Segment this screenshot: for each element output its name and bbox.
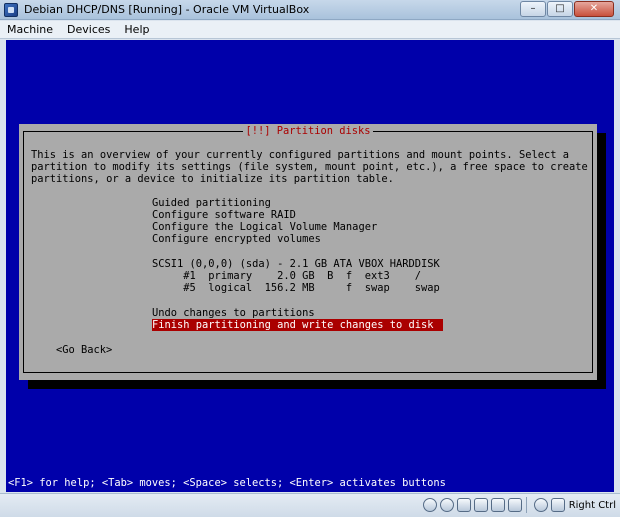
window-titlebar: Debian DHCP/DNS [Running] - Oracle VM Vi…: [0, 0, 620, 20]
finish-partitioning-option[interactable]: Finish partitioning and write changes to…: [152, 319, 443, 331]
statusbar: Right Ctrl: [0, 493, 620, 517]
option-configure-encrypted[interactable]: Configure encrypted volumes: [152, 233, 321, 245]
installer-help-line: <F1> for help; <Tab> moves; <Space> sele…: [8, 477, 446, 489]
option-configure-lvm[interactable]: Configure the Logical Volume Manager: [152, 221, 377, 233]
undo-changes-option[interactable]: Undo changes to partitions: [152, 307, 315, 319]
partition-row[interactable]: #5 logical 156.2 MB f swap swap: [152, 282, 440, 294]
partition-row[interactable]: #1 primary 2.0 GB B f ext3 /: [152, 270, 421, 282]
virtualbox-icon: [4, 3, 18, 17]
description-line: This is an overview of your currently co…: [31, 149, 569, 161]
maximize-button[interactable]: □: [547, 1, 573, 17]
hard-disk-icon[interactable]: [422, 498, 437, 512]
menu-machine[interactable]: Machine: [7, 23, 53, 36]
shared-folders-icon[interactable]: [490, 498, 505, 512]
partition-dialog: [!!] Partition disks This is an overview…: [19, 124, 597, 380]
menu-help[interactable]: Help: [124, 23, 149, 36]
vm-screen[interactable]: [!!] Partition disks This is an overview…: [6, 40, 614, 492]
statusbar-separator: [525, 497, 527, 513]
keyboard-capture-icon[interactable]: [550, 498, 565, 512]
window-title: Debian DHCP/DNS [Running] - Oracle VM Vi…: [24, 3, 310, 16]
dialog-title: [!!] Partition disks: [19, 124, 597, 138]
mouse-integration-icon[interactable]: [533, 498, 548, 512]
host-key-label: Right Ctrl: [568, 499, 616, 511]
option-guided-partitioning[interactable]: Guided partitioning: [152, 197, 271, 209]
description-line: partition to modify its settings (file s…: [31, 161, 588, 173]
display-icon[interactable]: [507, 498, 522, 512]
network-icon[interactable]: [473, 498, 488, 512]
option-configure-raid[interactable]: Configure software RAID: [152, 209, 296, 221]
dialog-title-text: [!!] Partition disks: [243, 125, 373, 137]
minimize-button[interactable]: –: [520, 1, 546, 17]
statusbar-icons: Right Ctrl: [420, 497, 616, 513]
optical-drive-icon[interactable]: [439, 498, 454, 512]
menu-devices[interactable]: Devices: [67, 23, 110, 36]
close-button[interactable]: ✕: [574, 1, 614, 17]
description-line: partitions, or a device to initialize it…: [31, 173, 394, 185]
disk-entry[interactable]: SCSI1 (0,0,0) (sda) - 2.1 GB ATA VBOX HA…: [152, 258, 440, 270]
go-back-button[interactable]: <Go Back>: [56, 344, 112, 356]
window-controls: – □ ✕: [519, 1, 614, 17]
menubar: Machine Devices Help: [0, 21, 620, 39]
usb-icon[interactable]: [456, 498, 471, 512]
